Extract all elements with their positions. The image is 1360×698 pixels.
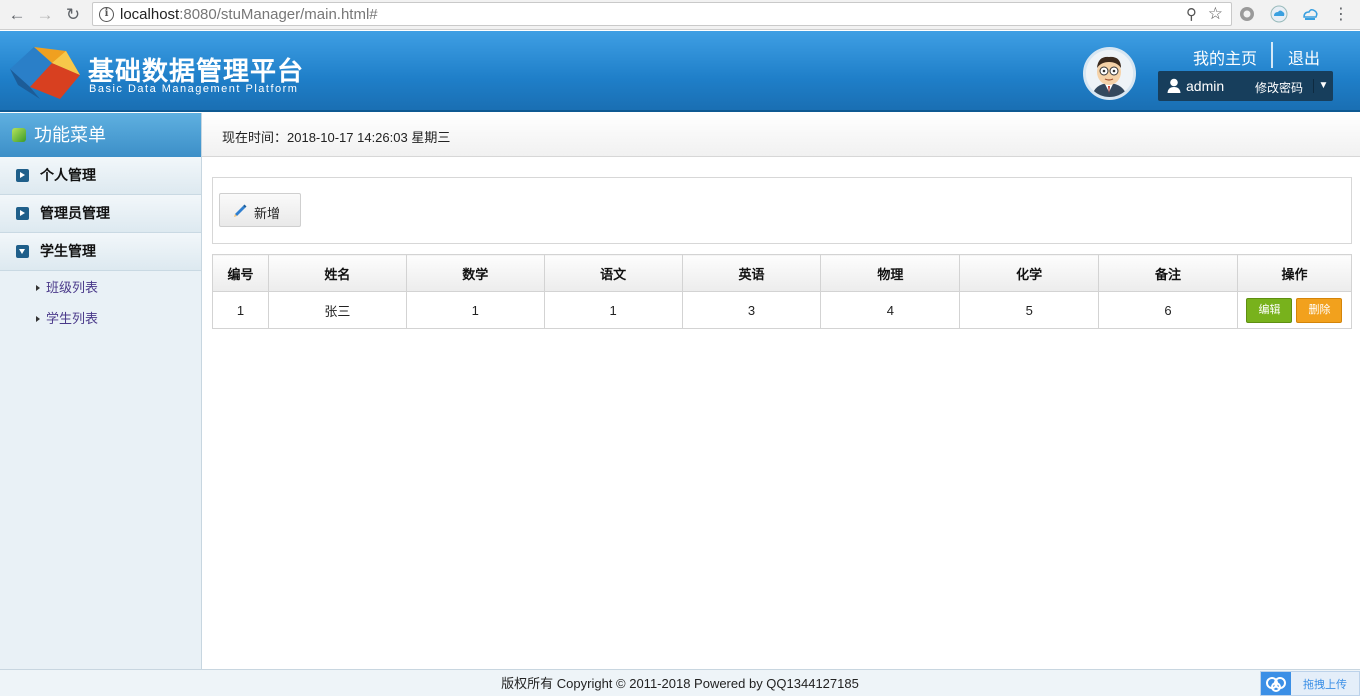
column-header[interactable]: 英语 (681, 254, 822, 292)
logout-link[interactable]: 退出 (1288, 45, 1320, 69)
header-divider (1271, 42, 1273, 68)
drag-upload-widget[interactable]: 拖拽上传 (1260, 671, 1360, 696)
sidebar-title-text: 功能菜单 (34, 125, 106, 145)
sidebar-item-label: 学生管理 (40, 243, 96, 259)
column-header[interactable]: 语文 (543, 254, 683, 292)
column-header[interactable]: 姓名 (267, 254, 407, 292)
time-bar: 现在时间：2018-10-17 14:26:03 星期三 (202, 113, 1360, 157)
reload-icon[interactable]: ↻ (62, 4, 84, 26)
app-header: 基础数据管理平台 Basic Data Management Platform … (0, 31, 1360, 112)
student-table: 编号 姓名 数学 语文 英语 物理 化学 备注 操作 1 张三 1 1 3 4 … (212, 254, 1353, 329)
sidebar-title: 功能菜单 (0, 113, 201, 157)
table-header-row: 编号 姓名 数学 语文 英语 物理 化学 备注 操作 (212, 254, 1353, 292)
bookmark-star-icon[interactable]: ☆ (1208, 4, 1223, 24)
column-header[interactable]: 备注 (1098, 254, 1238, 292)
sidebar-subitem-student-list[interactable]: 学生列表 (0, 303, 201, 334)
cell-chinese: 1 (543, 291, 683, 329)
browser-menu-icon[interactable]: ⋮ (1330, 4, 1352, 26)
user-icon (1167, 78, 1181, 93)
username: admin (1186, 78, 1225, 94)
user-avatar-icon (1086, 50, 1133, 97)
url-host: localhost (120, 6, 180, 23)
bullet-triangle-icon (36, 285, 40, 291)
delete-button[interactable]: 删除 (1296, 297, 1343, 323)
app-subtitle: Basic Data Management Platform (89, 83, 299, 95)
logo-icon (10, 47, 80, 99)
address-bar[interactable]: i localhost:8080/stuManager/main.html# ⚲… (92, 2, 1232, 26)
sidebar-subitem-label: 班级列表 (46, 280, 99, 295)
column-header[interactable]: 化学 (959, 254, 1100, 292)
change-password-link[interactable]: 修改密码 (1255, 79, 1303, 96)
add-button[interactable]: 新增 (219, 193, 301, 227)
url-path: :8080/stuManager/main.html# (179, 6, 378, 23)
extension-icon[interactable] (1238, 5, 1256, 23)
current-time: 现在时间：2018-10-17 14:26:03 星期三 (222, 130, 451, 145)
collapse-arrow-icon (16, 245, 29, 258)
cell-id: 1 (212, 291, 269, 329)
sidebar-item-admin[interactable]: 管理员管理 (0, 195, 201, 233)
avatar[interactable] (1083, 47, 1136, 100)
upload-label: 拖拽上传 (1303, 679, 1347, 691)
pencil-icon (234, 204, 247, 217)
sidebar-item-personal[interactable]: 个人管理 (0, 157, 201, 195)
home-link[interactable]: 我的主页 (1193, 45, 1257, 69)
info-icon[interactable]: i (99, 7, 114, 22)
sidebar-item-label: 管理员管理 (40, 205, 110, 221)
add-button-label: 新增 (254, 206, 281, 221)
sidebar-subitem-label: 学生列表 (46, 311, 99, 326)
column-header: 操作 (1236, 254, 1353, 292)
table-row[interactable]: 1 张三 1 1 3 4 5 6 编辑 删除 (212, 291, 1353, 329)
expand-arrow-icon (16, 207, 29, 220)
edit-button[interactable]: 编辑 (1246, 297, 1293, 323)
cell-english: 3 (681, 291, 822, 329)
cell-chemistry: 5 (959, 291, 1100, 329)
column-header[interactable]: 编号 (212, 254, 269, 292)
toolbar: 新增 (212, 177, 1352, 244)
sidebar-item-student[interactable]: 学生管理 (0, 233, 201, 271)
cell-remark: 6 (1098, 291, 1238, 329)
column-header[interactable]: 物理 (820, 254, 961, 292)
column-header[interactable]: 数学 (405, 254, 545, 292)
user-menu[interactable]: admin 修改密码 ▼ (1158, 71, 1333, 101)
cell-name: 张三 (267, 291, 407, 329)
browser-toolbar: ← → ↻ i localhost:8080/stuManager/main.h… (0, 0, 1360, 30)
cloud-upload-icon (1261, 672, 1291, 695)
footer: 版权所有 Copyright © 2011-2018 Powered by QQ… (0, 669, 1360, 696)
cloud-extension-icon[interactable] (1270, 5, 1288, 23)
cell-math: 1 (405, 291, 545, 329)
forward-icon[interactable]: → (34, 4, 56, 26)
key-icon[interactable]: ⚲ (1186, 5, 1197, 23)
sidebar: 功能菜单 个人管理 管理员管理 学生管理 班级列表 学生列表 (0, 113, 202, 669)
back-icon[interactable]: ← (6, 4, 28, 26)
cube-icon (12, 128, 26, 142)
cell-actions: 编辑 删除 (1236, 291, 1353, 329)
expand-arrow-icon (16, 169, 29, 182)
copyright-text: 版权所有 Copyright © 2011-2018 Powered by QQ… (501, 676, 859, 691)
url-text: localhost:8080/stuManager/main.html# (120, 6, 378, 23)
chevron-down-icon[interactable]: ▼ (1313, 79, 1333, 93)
cloud-sync-icon[interactable] (1301, 5, 1319, 23)
cell-physics: 4 (820, 291, 961, 329)
bullet-triangle-icon (36, 316, 40, 322)
sidebar-item-label: 个人管理 (40, 167, 96, 183)
sidebar-subitem-class-list[interactable]: 班级列表 (0, 272, 201, 303)
